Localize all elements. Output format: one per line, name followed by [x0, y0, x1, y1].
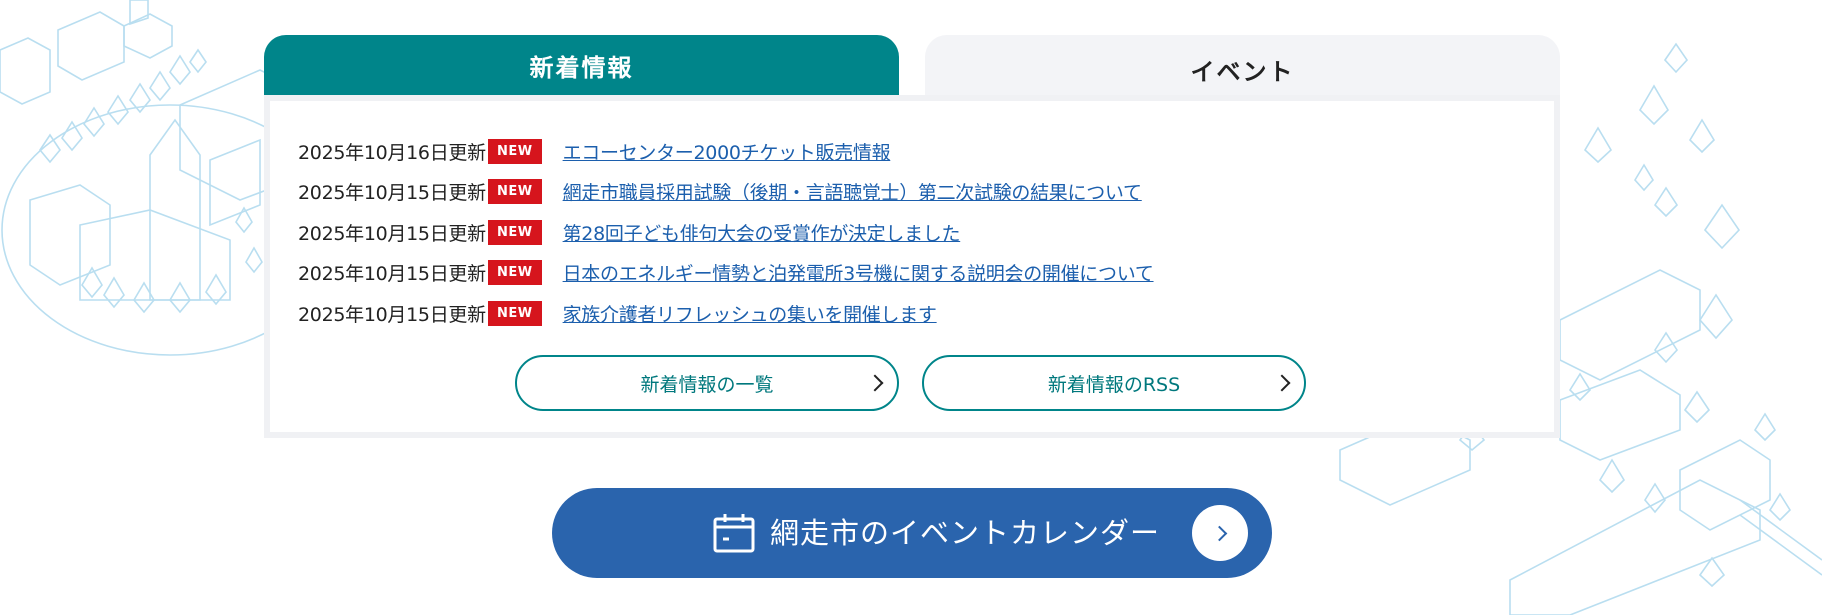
chevron-right-icon — [866, 374, 884, 392]
list-item: 2025年10月15日更新 NEW 家族介護者リフレッシュの集いを開催します — [298, 293, 1154, 334]
news-tabs: 新着情報 イベント — [264, 35, 1560, 103]
news-link[interactable]: 日本のエネルギー情勢と泊発電所3号機に関する説明会の開催について — [563, 259, 1154, 286]
news-date: 2025年10月15日更新 — [298, 222, 486, 245]
left-trees-illustration — [39, 48, 263, 314]
news-link[interactable]: 家族介護者リフレッシュの集いを開催します — [563, 300, 937, 327]
new-badge: NEW — [488, 300, 542, 326]
arrow-circle-icon — [1192, 505, 1248, 561]
list-item: 2025年10月15日更新 NEW 日本のエネルギー情勢と泊発電所3号機に関する… — [298, 253, 1154, 294]
news-list-button[interactable]: 新着情報の一覧 — [515, 355, 899, 411]
news-list: 2025年10月16日更新 NEW エコーセンター2000チケット販売情報 20… — [298, 131, 1154, 334]
news-link[interactable]: 網走市職員採用試験（後期・言語聴覚士）第二次試験の結果について — [563, 178, 1142, 205]
event-calendar-button[interactable]: 網走市のイベントカレンダー — [552, 488, 1272, 578]
chevron-right-icon — [1211, 525, 1228, 542]
new-badge: NEW — [488, 260, 542, 286]
news-panel: 2025年10月16日更新 NEW エコーセンター2000チケット販売情報 20… — [264, 95, 1560, 438]
event-calendar-label: 網走市のイベントカレンダー — [770, 516, 1161, 550]
list-item: 2025年10月15日更新 NEW 第28回子ども俳句大会の受賞作が決定しました — [298, 212, 1154, 253]
news-list-button-label: 新着情報の一覧 — [640, 373, 774, 396]
chevron-right-icon — [1273, 374, 1291, 392]
tab-new-info[interactable]: 新着情報 — [264, 35, 899, 95]
new-badge: NEW — [488, 179, 542, 205]
list-item: 2025年10月16日更新 NEW エコーセンター2000チケット販売情報 — [298, 131, 1154, 172]
news-date: 2025年10月15日更新 — [298, 263, 486, 286]
news-rss-button-label: 新着情報のRSS — [1047, 373, 1181, 396]
news-link[interactable]: エコーセンター2000チケット販売情報 — [563, 138, 891, 165]
news-link[interactable]: 第28回子ども俳句大会の受賞作が決定しました — [563, 219, 961, 246]
list-item: 2025年10月15日更新 NEW 網走市職員採用試験（後期・言語聴覚士）第二次… — [298, 172, 1154, 213]
news-rss-button[interactable]: 新着情報のRSS — [922, 355, 1306, 411]
news-date: 2025年10月15日更新 — [298, 182, 486, 205]
news-date: 2025年10月16日更新 — [298, 141, 486, 164]
calendar-icon — [713, 514, 755, 553]
new-badge: NEW — [488, 219, 542, 245]
news-date: 2025年10月15日更新 — [298, 303, 486, 326]
tab-events[interactable]: イベント — [925, 35, 1560, 103]
new-badge: NEW — [488, 138, 542, 164]
